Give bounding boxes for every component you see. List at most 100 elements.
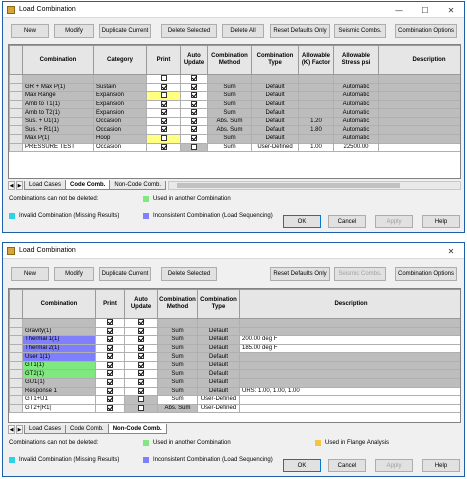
description-cell[interactable] [378,91,460,101]
table-row[interactable]: Max P(1) Hoop Sum Default Automatic [9,134,460,144]
row-header[interactable] [9,335,23,345]
stress-cell[interactable]: Automatic [333,91,379,101]
table-row[interactable]: GT1+U1 Sum User-Defined [9,395,460,405]
print-checkbox[interactable] [107,379,113,386]
reset-defaults-button[interactable]: Reset Defaults Only [270,267,330,281]
method-cell[interactable] [157,318,198,328]
stress-cell[interactable]: Automatic [333,108,379,118]
print-checkbox[interactable] [107,319,113,325]
auto-update-checkbox[interactable] [191,84,197,90]
auto-update-checkbox[interactable] [191,101,197,107]
auto-update-cell[interactable] [124,378,158,388]
auto-update-checkbox[interactable] [138,388,144,394]
print-checkbox-cell[interactable] [146,134,181,144]
print-checkbox[interactable] [160,126,167,133]
category-cell[interactable]: Expansion [93,99,147,110]
modify-button[interactable]: Modify [54,24,94,38]
row-header[interactable] [9,82,23,93]
description-cell[interactable] [378,108,460,118]
factor-cell[interactable] [298,82,334,93]
print-checkbox[interactable] [160,135,167,142]
table-row[interactable]: GR + Max P(1) Sustain Sum Default Automa… [9,82,460,93]
auto-update-cell[interactable] [124,326,158,337]
method-cell[interactable]: Sum [157,360,198,371]
combination-cell[interactable]: Thermal 1(1) [22,335,96,345]
combination-options-button[interactable]: Combination Options [395,267,457,281]
description-cell[interactable] [239,318,460,328]
col-header-type[interactable]: Combination Type [251,45,299,75]
print-checkbox-cell[interactable] [146,108,181,118]
auto-update-checkbox[interactable] [138,336,144,343]
auto-update-checkbox[interactable] [138,328,144,334]
category-cell[interactable]: Occasion [93,125,147,136]
method-cell[interactable]: Sum [207,108,252,118]
print-checkbox-cell[interactable] [146,82,181,93]
type-cell[interactable]: Default [197,352,240,362]
delete-selected-button[interactable]: Delete Selected [161,24,217,38]
combination-cell[interactable]: GU1(1) [22,378,96,388]
cancel-button[interactable]: Cancel [328,459,366,472]
table-row[interactable]: Sus. + U1(1) Occasion Abs. Sum Default 1… [9,116,460,127]
combination-cell[interactable]: Max Range [22,91,94,101]
tab-non-code-comb[interactable]: Non-Code Comb. [109,181,167,190]
type-cell[interactable] [251,74,299,84]
description-cell[interactable] [378,99,460,110]
row-header[interactable] [9,134,23,144]
print-checkbox[interactable] [107,362,113,368]
stress-cell[interactable]: Automatic [333,134,379,144]
method-cell[interactable]: Sum [207,82,252,93]
row-header[interactable] [9,74,23,84]
print-checkbox[interactable] [160,84,167,90]
auto-update-checkbox[interactable] [191,109,197,116]
description-cell[interactable] [239,378,460,388]
type-cell[interactable]: Default [251,82,299,93]
category-cell[interactable]: Occasion [93,116,147,127]
print-checkbox-cell[interactable] [146,99,181,110]
print-checkbox-cell[interactable] [146,142,181,153]
combination-cell[interactable]: User 1(1) [22,352,96,362]
col-header-combination[interactable]: Combination [22,289,96,319]
col-header-print[interactable]: Print [146,45,181,75]
auto-update-cell[interactable] [180,116,208,127]
factor-cell[interactable] [298,134,334,144]
tab-scroll-left-icon[interactable]: ◀ [8,181,15,190]
print-checkbox[interactable] [160,75,167,81]
print-checkbox-cell[interactable] [95,395,125,405]
combination-cell[interactable]: GT2(1) [22,369,96,380]
print-checkbox-cell[interactable] [95,403,125,414]
tab-scroll-right-icon[interactable]: ▶ [16,181,23,190]
auto-update-checkbox[interactable] [138,396,144,403]
combination-cell[interactable]: GT1(1) [22,360,96,371]
tab-scroll-right-icon[interactable]: ▶ [16,425,23,434]
table-row[interactable]: GT2+|R1| Abs. Sum User-Defined [9,403,460,414]
table-row[interactable]: Gravity(1) Sum Default [9,326,460,337]
col-header-description[interactable]: Description [239,289,460,319]
print-checkbox[interactable] [107,388,113,394]
col-header-print[interactable]: Print [95,289,125,319]
table-row[interactable]: Thermal 2(1) Sum Default 185.00 deg F [9,343,460,354]
tab-code-comb[interactable]: Code Comb. [65,425,109,434]
duplicate-current-button[interactable]: Duplicate Current [99,267,151,281]
method-cell[interactable]: Sum [207,142,252,153]
auto-update-cell[interactable] [124,335,158,345]
combination-cell[interactable]: Response 1 [22,386,96,397]
auto-update-checkbox[interactable] [138,319,144,325]
combination-cell[interactable]: Sus. + U1(1) [22,116,94,127]
factor-cell[interactable] [298,108,334,118]
table-row[interactable]: Max Range Expansion Sum Default Automati… [9,91,460,101]
new-button[interactable]: New [11,267,49,281]
factor-cell[interactable]: 1.20 [298,116,334,127]
type-cell[interactable] [197,318,240,328]
table-row[interactable] [9,74,460,84]
description-cell[interactable] [239,369,460,380]
combination-cell[interactable]: Sus. + R1(1) [22,125,94,136]
combination-cell[interactable]: Gravity(1) [22,326,96,337]
method-cell[interactable]: Sum [157,395,198,405]
combination-cell[interactable]: Max P(1) [22,134,94,144]
print-checkbox-cell[interactable] [95,318,125,328]
auto-update-cell[interactable] [124,395,158,405]
delete-all-button[interactable]: Delete All [222,24,264,38]
combination-cell[interactable] [22,74,94,84]
factor-cell[interactable] [298,99,334,110]
type-cell[interactable]: Default [197,343,240,354]
